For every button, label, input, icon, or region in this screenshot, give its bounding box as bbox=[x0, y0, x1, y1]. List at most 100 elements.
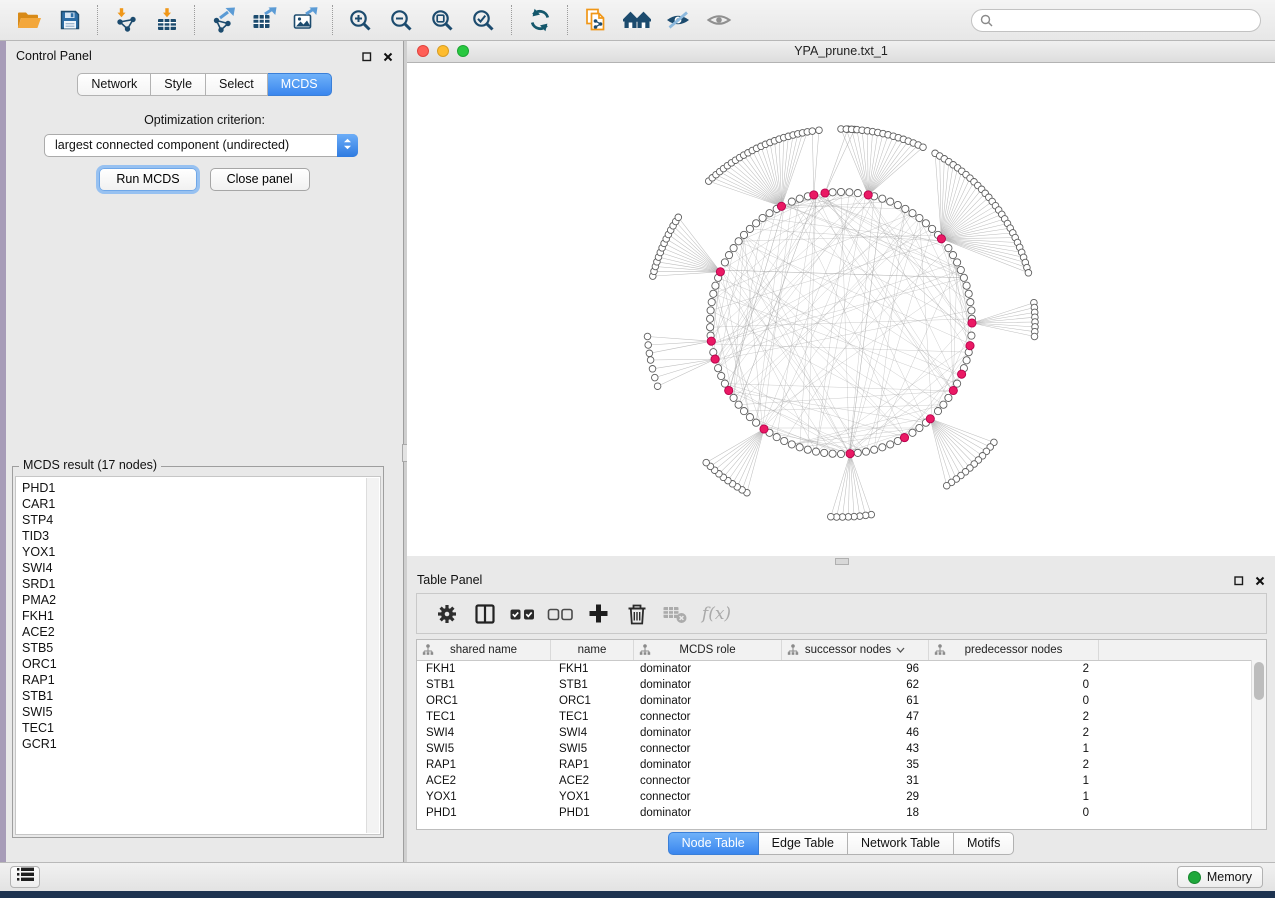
table-scrollbar-thumb[interactable] bbox=[1254, 662, 1264, 700]
mcds-result-item[interactable]: CAR1 bbox=[16, 496, 366, 512]
zoom-selected-icon[interactable] bbox=[468, 5, 499, 36]
memory-button[interactable]: Memory bbox=[1177, 866, 1263, 888]
table-row[interactable]: SWI4SWI4dominator462 bbox=[417, 725, 1266, 741]
table-scrollbar[interactable] bbox=[1251, 660, 1266, 829]
mcds-result-item[interactable]: STB5 bbox=[16, 640, 366, 656]
deselect-all-rows-icon[interactable] bbox=[545, 599, 576, 629]
create-column-icon[interactable] bbox=[583, 599, 614, 629]
mcds-result-item[interactable]: SWI5 bbox=[16, 704, 366, 720]
table-settings-icon[interactable] bbox=[431, 599, 462, 629]
table-row[interactable]: FKH1FKH1dominator962 bbox=[417, 661, 1266, 677]
mcds-result-item[interactable]: SWI4 bbox=[16, 560, 366, 576]
table-row[interactable]: ACE2ACE2connector311 bbox=[417, 773, 1266, 789]
mcds-result-item[interactable]: FKH1 bbox=[16, 608, 366, 624]
table-cell: 1 bbox=[929, 741, 1099, 757]
criterion-dropdown[interactable]: largest connected component (undirected) bbox=[44, 134, 358, 157]
table-row[interactable]: ORC1ORC1dominator610 bbox=[417, 693, 1266, 709]
tab-node-table[interactable]: Node Table bbox=[668, 832, 759, 855]
column-header-label: name bbox=[578, 644, 607, 656]
hide-panels-icon[interactable] bbox=[662, 5, 693, 36]
minimize-window-icon[interactable] bbox=[437, 45, 449, 57]
save-session-icon[interactable] bbox=[54, 5, 85, 36]
close-panel-icon[interactable] bbox=[1255, 573, 1265, 591]
export-image-icon[interactable] bbox=[289, 5, 320, 36]
network-canvas[interactable] bbox=[407, 63, 1275, 556]
delete-column-icon[interactable] bbox=[621, 599, 652, 629]
table-row[interactable]: TEC1TEC1connector472 bbox=[417, 709, 1266, 725]
search-icon bbox=[980, 14, 993, 32]
tab-select[interactable]: Select bbox=[206, 73, 268, 96]
tab-network[interactable]: Network bbox=[77, 73, 151, 96]
traffic-lights bbox=[417, 45, 469, 57]
table-cell: 2 bbox=[929, 757, 1099, 773]
close-panel-button[interactable]: Close panel bbox=[210, 168, 310, 191]
zoom-out-icon[interactable] bbox=[386, 5, 417, 36]
column-header-predecessor-nodes[interactable]: predecessor nodes bbox=[929, 640, 1099, 660]
horizontal-splitter-handle[interactable] bbox=[835, 558, 849, 565]
import-network-icon[interactable] bbox=[110, 5, 141, 36]
table-row[interactable]: STB1STB1dominator620 bbox=[417, 677, 1266, 693]
table-row[interactable]: SWI5SWI5connector431 bbox=[417, 741, 1266, 757]
column-header-MCDS-role[interactable]: MCDS role bbox=[634, 640, 782, 660]
maximize-window-icon[interactable] bbox=[457, 45, 469, 57]
tab-network-table[interactable]: Network Table bbox=[848, 832, 954, 855]
mcds-result-item[interactable]: SRD1 bbox=[16, 576, 366, 592]
table-cell: 2 bbox=[929, 725, 1099, 741]
search-input[interactable] bbox=[971, 9, 1261, 32]
mcds-result-item[interactable]: STP4 bbox=[16, 512, 366, 528]
mcds-result-item[interactable]: STB1 bbox=[16, 688, 366, 704]
zoom-in-icon[interactable] bbox=[345, 5, 376, 36]
table-row[interactable]: PHD1PHD1dominator180 bbox=[417, 805, 1266, 821]
table-row[interactable]: RAP1RAP1dominator352 bbox=[417, 757, 1266, 773]
tab-style[interactable]: Style bbox=[151, 73, 206, 96]
mcds-result-item[interactable]: ORC1 bbox=[16, 656, 366, 672]
tab-mcds[interactable]: MCDS bbox=[268, 73, 332, 96]
table-row[interactable]: YOX1YOX1connector291 bbox=[417, 789, 1266, 805]
tab-motifs[interactable]: Motifs bbox=[954, 832, 1014, 855]
float-panel-icon[interactable] bbox=[1234, 573, 1244, 591]
column-header-name[interactable]: name bbox=[551, 640, 634, 660]
tab-edge-table[interactable]: Edge Table bbox=[759, 832, 848, 855]
table-cell: dominator bbox=[634, 661, 782, 677]
zoom-fit-icon[interactable] bbox=[427, 5, 458, 36]
delete-table-icon bbox=[659, 599, 690, 629]
open-file-icon[interactable] bbox=[13, 5, 44, 36]
run-mcds-button[interactable]: Run MCDS bbox=[99, 168, 196, 191]
mcds-list-scrollbar[interactable] bbox=[366, 478, 379, 833]
mcds-result-item[interactable]: PMA2 bbox=[16, 592, 366, 608]
column-header-successor-nodes[interactable]: successor nodes bbox=[782, 640, 929, 660]
network-window-titlebar[interactable]: YPA_prune.txt_1 bbox=[407, 41, 1275, 63]
mcds-result-item[interactable]: PHD1 bbox=[16, 480, 366, 496]
clone-network-icon[interactable] bbox=[580, 5, 611, 36]
export-network-icon[interactable] bbox=[207, 5, 238, 36]
horizontal-splitter[interactable] bbox=[407, 556, 1275, 565]
mcds-result-item[interactable]: RAP1 bbox=[16, 672, 366, 688]
refresh-layout-icon[interactable] bbox=[524, 5, 555, 36]
mcds-button-row: Run MCDS Close panel bbox=[6, 168, 403, 191]
mcds-result-item[interactable]: TID3 bbox=[16, 528, 366, 544]
import-table-icon[interactable] bbox=[151, 5, 182, 36]
table-cell: 43 bbox=[782, 741, 929, 757]
mcds-result-item[interactable]: GCR1 bbox=[16, 736, 366, 752]
column-header-shared-name[interactable]: shared name bbox=[417, 640, 551, 660]
control-panel-tabs: NetworkStyleSelectMCDS bbox=[6, 73, 403, 96]
column-visibility-icon[interactable] bbox=[469, 599, 500, 629]
show-preview-icon[interactable] bbox=[703, 5, 734, 36]
toolbar-separator bbox=[332, 5, 333, 35]
updown-arrows-icon bbox=[343, 137, 352, 155]
float-panel-icon[interactable] bbox=[362, 49, 372, 67]
close-window-icon[interactable] bbox=[417, 45, 429, 57]
first-neighbors-icon[interactable] bbox=[621, 5, 652, 36]
mcds-result-item[interactable]: TEC1 bbox=[16, 720, 366, 736]
control-panel-title: Control Panel bbox=[16, 49, 92, 63]
search-box bbox=[971, 9, 1261, 32]
task-history-button[interactable] bbox=[10, 866, 40, 888]
export-table-icon[interactable] bbox=[248, 5, 279, 36]
table-panel-title: Table Panel bbox=[417, 573, 482, 587]
select-all-rows-icon[interactable] bbox=[507, 599, 538, 629]
close-panel-icon[interactable] bbox=[383, 49, 393, 67]
mcds-result-item[interactable]: YOX1 bbox=[16, 544, 366, 560]
table-toolbar: f(x) bbox=[416, 593, 1267, 634]
table-panel-window-buttons bbox=[1234, 573, 1265, 591]
mcds-result-item[interactable]: ACE2 bbox=[16, 624, 366, 640]
